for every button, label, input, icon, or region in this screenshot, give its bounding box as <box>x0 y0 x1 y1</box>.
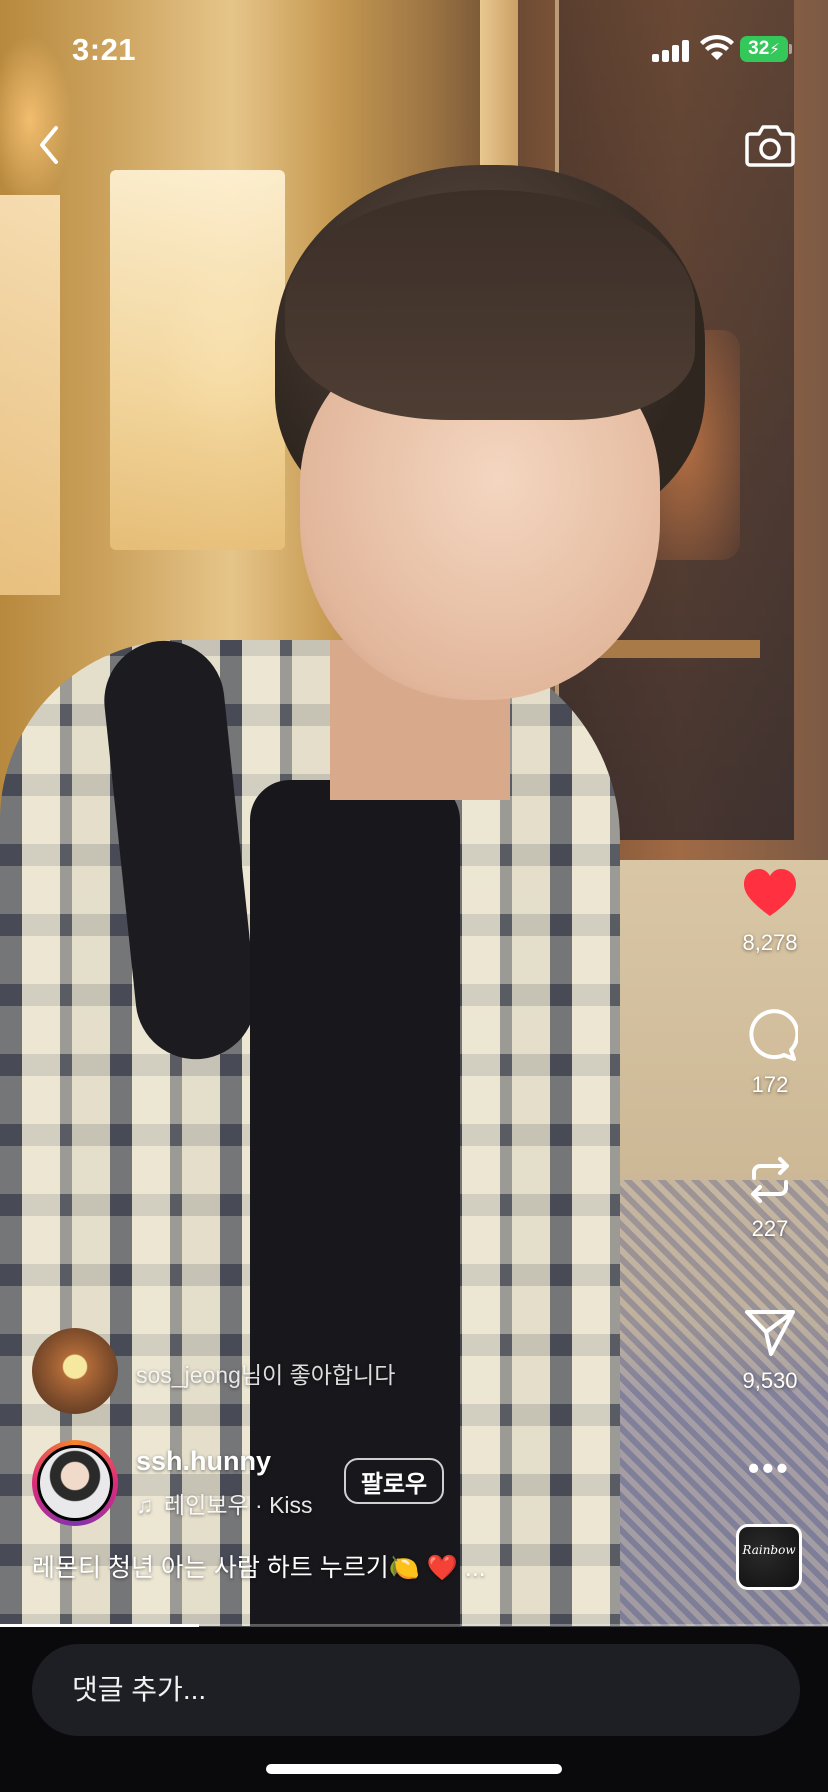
like-button[interactable]: 8,278 <box>720 866 820 956</box>
album-title: Rainbow <box>742 1543 796 1557</box>
author-username[interactable]: ssh.hunny <box>136 1446 271 1477</box>
status-bar: 3:21 32⚡ <box>0 0 828 100</box>
chevron-left-icon[interactable] <box>30 120 70 170</box>
like-count: 8,278 <box>742 930 798 955</box>
author-avatar[interactable] <box>37 1445 113 1521</box>
heart-icon <box>744 869 796 916</box>
share-count: 9,530 <box>742 1368 798 1393</box>
comment-input[interactable] <box>32 1644 800 1736</box>
repost-count: 227 <box>751 1216 789 1241</box>
cellular-signal-icon <box>652 38 692 62</box>
battery-level: 32 <box>748 38 770 59</box>
comment-count: 172 <box>751 1072 789 1097</box>
caption[interactable]: 레몬티 청년 아는 사람 하트 누르기🍋 ❤️ ... <box>32 1548 486 1584</box>
liked-by-text[interactable]: sos_jeong님이 좋아합니다 <box>136 1356 395 1390</box>
paper-plane-icon <box>745 1310 795 1356</box>
share-button[interactable]: 9,530 <box>720 1304 820 1394</box>
wifi-icon <box>700 34 734 60</box>
reel-video[interactable] <box>0 0 828 1626</box>
comment-bubble-icon <box>749 1009 798 1061</box>
repost-icon <box>751 1157 789 1203</box>
battery-cap <box>789 44 792 54</box>
repost-button[interactable]: 227 <box>720 1152 820 1242</box>
audio-track-label: 레인보우 · Kiss <box>164 1492 313 1518</box>
audio-track[interactable]: ♫ 레인보우 · Kiss <box>136 1486 313 1520</box>
charging-bolt-icon: ⚡ <box>769 41 780 58</box>
liker-username: sos_jeong <box>136 1362 241 1388</box>
battery-indicator: 32⚡ <box>740 36 788 62</box>
status-time: 3:21 <box>72 32 137 67</box>
home-indicator <box>266 1764 562 1774</box>
more-options-icon[interactable]: ••• <box>748 1450 791 1487</box>
comment-button[interactable]: 172 <box>720 1008 820 1098</box>
audio-album-art[interactable]: Rainbow <box>736 1524 802 1590</box>
liker-avatar[interactable] <box>32 1328 118 1414</box>
liked-by-suffix: 님이 좋아합니다 <box>240 1362 396 1388</box>
music-note-icon: ♫ <box>136 1492 154 1518</box>
fringe <box>285 190 695 420</box>
follow-button[interactable]: 팔로우 <box>344 1458 444 1504</box>
camera-icon[interactable] <box>744 120 796 170</box>
